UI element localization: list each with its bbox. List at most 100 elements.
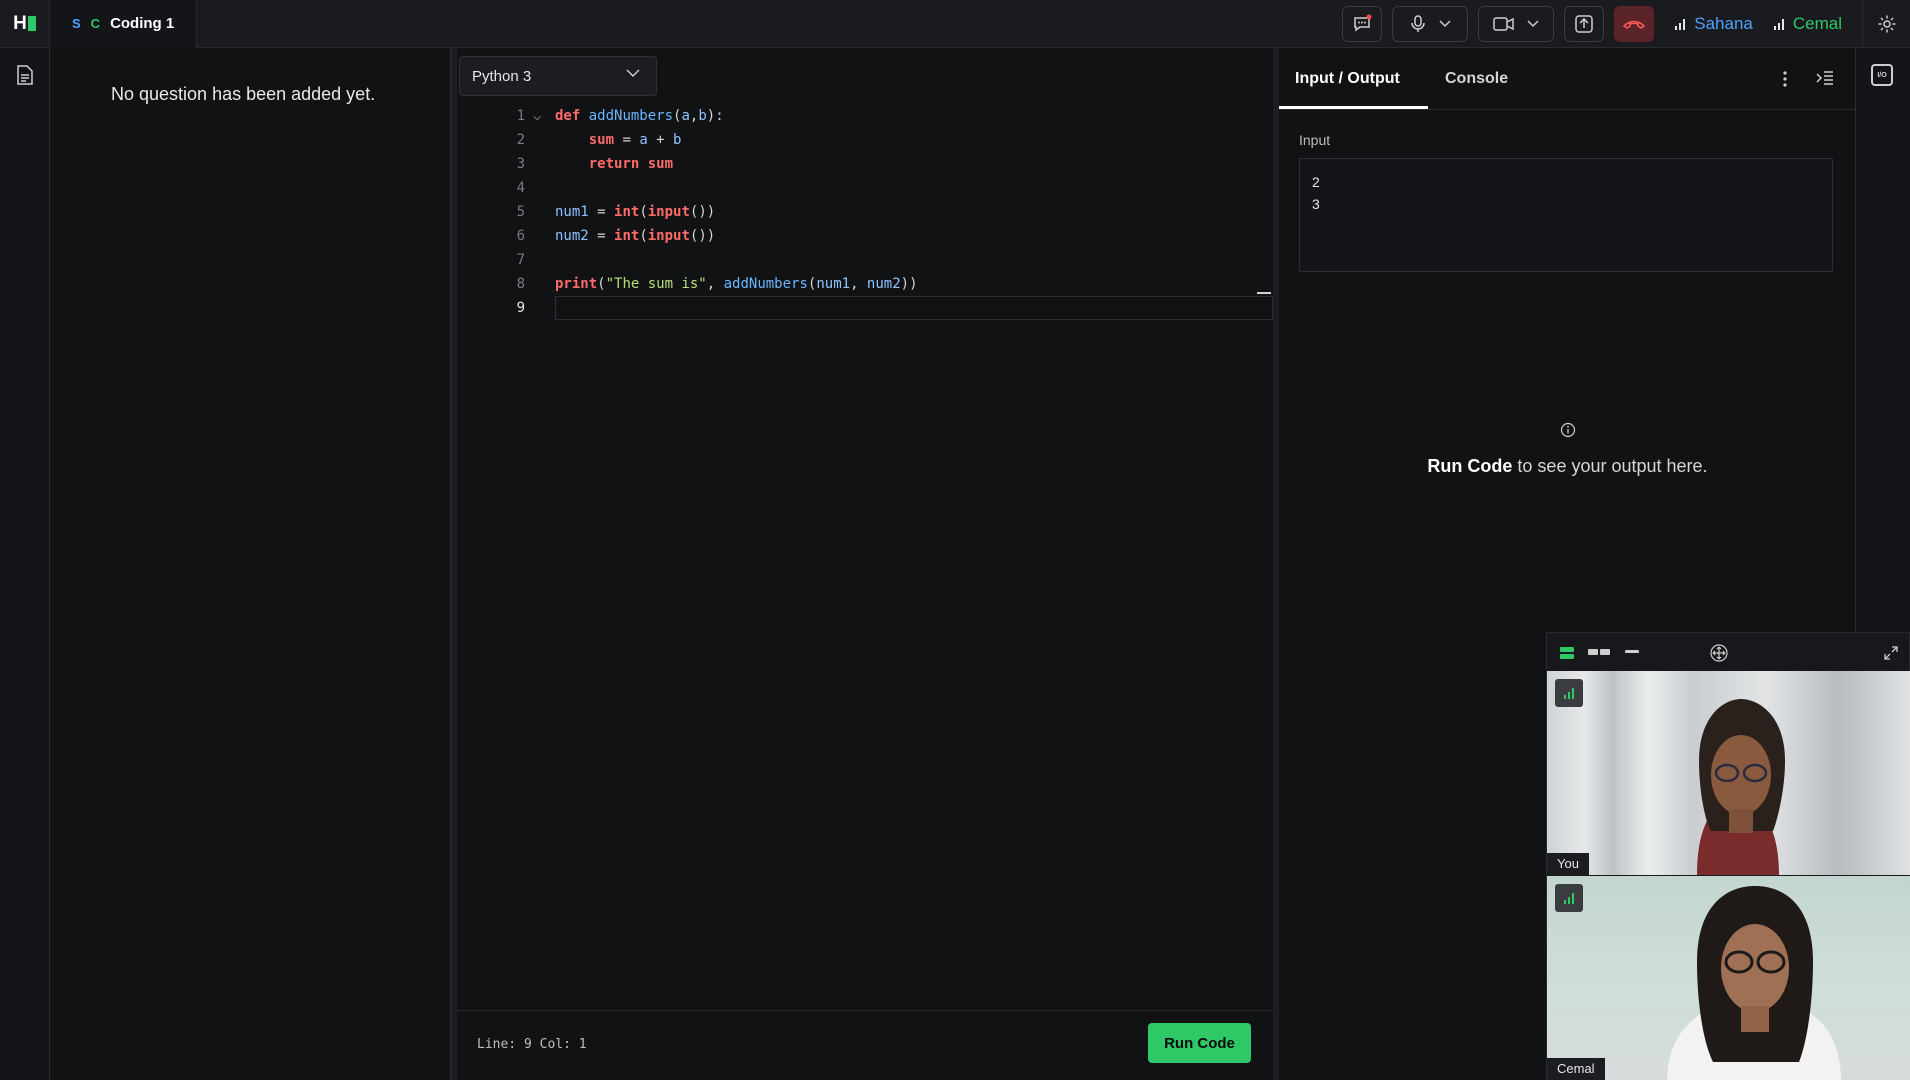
left-rail — [0, 48, 50, 1080]
participant-cemal: Cemal — [1773, 14, 1842, 34]
current-line-highlight — [555, 296, 1273, 320]
active-tab-indicator — [1279, 106, 1428, 109]
code-area[interactable]: 1 ⌵ def addNumbers(a,b): 2 sum = a + b 3… — [457, 104, 1273, 320]
camera-button[interactable] — [1478, 6, 1555, 42]
input-label: Input — [1299, 132, 1331, 148]
line-number: 1 — [516, 108, 525, 124]
chat-button[interactable] — [1342, 6, 1383, 42]
code-line: 1 ⌵ def addNumbers(a,b): — [457, 104, 1273, 128]
microphone-icon — [1411, 15, 1425, 32]
line-text: def addNumbers(a,b): — [555, 108, 724, 124]
signal-icon — [1564, 893, 1574, 904]
question-panel-button[interactable] — [15, 64, 35, 91]
participant-name: Sahana — [1694, 14, 1753, 33]
line-number: 4 — [516, 180, 525, 196]
tab-console[interactable]: Console — [1445, 70, 1508, 88]
signal-badge — [1555, 679, 1583, 707]
info-icon — [1560, 422, 1575, 438]
code-editor-panel: Python 3 1 ⌵ def addNumbers(a,b): 2 sum … — [457, 48, 1273, 1080]
signal-badge — [1555, 884, 1583, 912]
fold-chevron-icon[interactable]: ⌵ — [533, 104, 541, 128]
chevron-down-icon[interactable] — [1439, 20, 1451, 28]
code-line: 6 num2 = int(input()) — [457, 224, 1273, 248]
participant-video-you — [1697, 699, 1785, 875]
more-options-button[interactable] — [1782, 70, 1788, 93]
stack-layout-icon[interactable] — [1559, 645, 1575, 661]
video-call-widget[interactable]: You Cemal — [1546, 632, 1910, 1080]
settings-button[interactable] — [1862, 0, 1910, 48]
code-line-current: 9 — [457, 296, 1273, 320]
hint-bold: Run Code — [1427, 456, 1513, 476]
logo-mark — [27, 16, 36, 31]
kebab-menu-icon — [1783, 71, 1787, 87]
phone-hangup-icon — [1623, 20, 1646, 29]
run-code-button[interactable]: Run Code — [1148, 1023, 1251, 1063]
collapse-panel-icon — [1816, 71, 1833, 85]
line-text: num2 = int(input()) — [555, 228, 716, 244]
video-toolbar — [1547, 633, 1910, 671]
line-number: 8 — [516, 276, 525, 292]
line-text: sum = a + b — [588, 132, 682, 148]
expand-icon[interactable] — [1883, 645, 1899, 661]
chevron-down-icon[interactable] — [1527, 20, 1539, 28]
question-panel: No question has been added yet. — [51, 48, 451, 1080]
tab-c-indicator: C — [90, 16, 101, 31]
app-logo[interactable]: H — [0, 0, 50, 48]
share-screen-button[interactable] — [1564, 6, 1605, 42]
participant-name: Cemal — [1792, 14, 1842, 33]
top-right-controls: Sahana Cemal — [1342, 0, 1910, 48]
code-line: 4 — [457, 176, 1273, 200]
signal-icon — [1675, 19, 1686, 30]
code-line: 5 num1 = int(input()) — [457, 200, 1273, 224]
code-line: 7 — [457, 248, 1273, 272]
participant-label: Cemal — [1547, 1058, 1605, 1080]
line-number: 6 — [516, 228, 525, 244]
line-number: 3 — [516, 156, 525, 172]
empty-question-message: No question has been added yet. — [111, 84, 376, 104]
signal-icon — [1773, 19, 1784, 30]
code-line: 8 print("The sum is", addNumbers(num1, n… — [457, 272, 1273, 296]
code-line: 2 sum = a + b — [457, 128, 1273, 152]
line-text: return sum — [588, 156, 674, 172]
logo-text: H — [13, 12, 27, 34]
code-line: 3 return sum — [457, 152, 1273, 176]
participant-label: You — [1547, 853, 1589, 875]
chat-icon — [1354, 14, 1372, 32]
upload-icon — [1575, 15, 1593, 33]
info-icon-wrap — [1279, 422, 1856, 443]
language-select[interactable]: Python 3 — [459, 56, 657, 96]
document-icon — [17, 65, 33, 85]
tab-s-indicator: S — [72, 16, 81, 31]
line-number: 2 — [516, 132, 525, 148]
video-tile-cemal: Cemal — [1547, 876, 1910, 1080]
tab-input-output[interactable]: Input / Output — [1295, 70, 1400, 88]
line-text: num1 = int(input()) — [555, 204, 716, 220]
participant-sahana: Sahana — [1674, 14, 1753, 34]
end-call-button[interactable] — [1614, 6, 1655, 42]
custom-input-textarea[interactable]: 2 3 — [1299, 158, 1833, 272]
minimize-icon[interactable] — [1625, 650, 1639, 654]
tab-coding-1[interactable]: S C Coding 1 — [50, 0, 198, 48]
io-tabs: Input / Output Console — [1279, 48, 1856, 110]
line-number: 9 — [516, 300, 525, 316]
line-number: 7 — [516, 252, 525, 268]
grid-layout-icon[interactable] — [1587, 647, 1611, 657]
microphone-button[interactable] — [1392, 6, 1469, 42]
move-handle-icon[interactable] — [1710, 644, 1728, 662]
output-hint: Run Code to see your output here. — [1279, 456, 1856, 477]
signal-icon — [1564, 688, 1574, 699]
scrollbar-marker[interactable] — [1257, 292, 1271, 294]
collapse-panel-button[interactable] — [1816, 70, 1834, 91]
top-bar: H S C Coding 1 Sahana Cemal — [0, 0, 1910, 48]
video-camera-icon — [1493, 17, 1514, 31]
io-panel-toggle-icon[interactable]: I/O — [1871, 64, 1893, 86]
tab-title: Coding 1 — [110, 15, 175, 32]
gear-icon — [1878, 15, 1895, 33]
video-tile-you: You — [1547, 671, 1910, 875]
hint-rest: to see your output here. — [1512, 456, 1708, 476]
line-number: 5 — [516, 204, 525, 220]
cursor-position: Line: 9 Col: 1 — [477, 1037, 587, 1052]
language-value: Python 3 — [472, 67, 532, 85]
editor-status-bar: Line: 9 Col: 1 Run Code — [457, 1010, 1273, 1080]
chevron-down-icon — [626, 69, 640, 78]
